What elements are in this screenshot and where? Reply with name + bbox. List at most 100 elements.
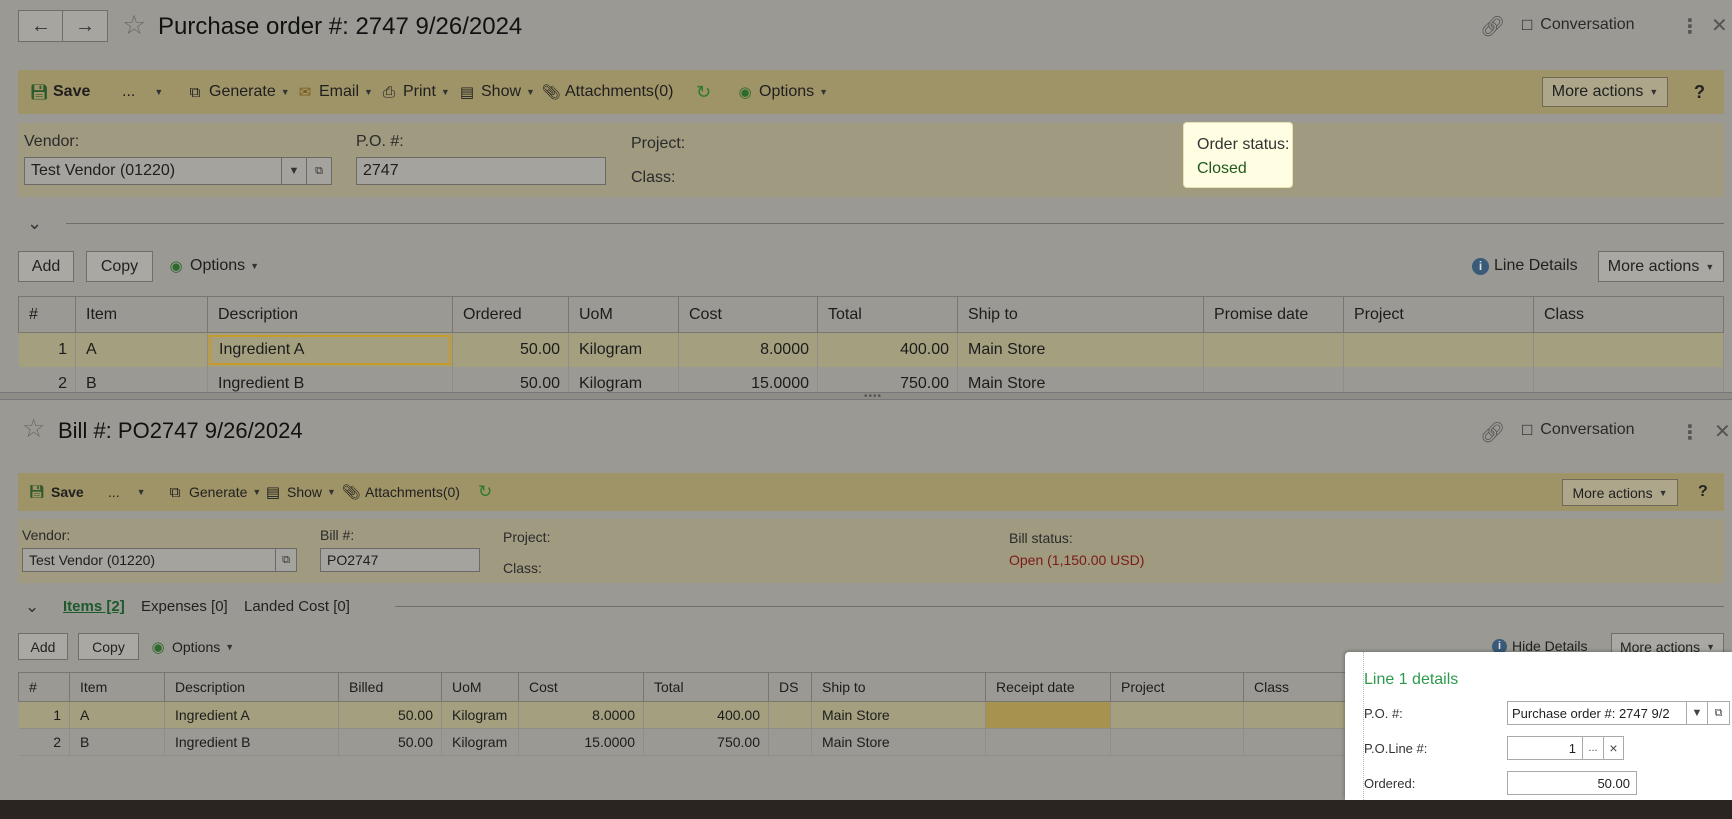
column-header[interactable]: Project: [1343, 296, 1534, 333]
details-po-open-button[interactable]: ⧉: [1707, 701, 1730, 725]
copy-row-button[interactable]: Copy: [78, 633, 139, 660]
forward-button[interactable]: →: [62, 10, 108, 42]
cell-cost[interactable]: 8.0000: [678, 332, 818, 367]
column-header[interactable]: #: [18, 672, 70, 702]
more-actions-button[interactable]: More actions ▼: [1562, 479, 1678, 506]
vendor-open-button[interactable]: ⧉: [275, 548, 297, 572]
cell-class[interactable]: [1533, 332, 1724, 367]
cell-item[interactable]: A: [69, 701, 165, 729]
column-header[interactable]: DS: [768, 672, 812, 702]
show-menu[interactable]: ▤ Show ▼: [458, 83, 535, 101]
cell-total[interactable]: 400.00: [817, 332, 958, 367]
tab-landed-cost[interactable]: Landed Cost [0]: [244, 598, 350, 615]
kebab-menu-icon[interactable]: ⋮: [1680, 420, 1700, 445]
cell-uom[interactable]: Kilogram: [568, 366, 679, 392]
cell-item[interactable]: B: [75, 366, 208, 392]
column-header[interactable]: Class: [1533, 296, 1724, 333]
link-icon[interactable]: 🔗︎: [1480, 14, 1505, 39]
cell-description-active[interactable]: Ingredient A: [207, 332, 453, 367]
cell-project[interactable]: [1110, 728, 1244, 756]
cell-item[interactable]: B: [69, 728, 165, 756]
tab-expenses[interactable]: Expenses [0]: [141, 598, 228, 615]
cell-line-number[interactable]: 2: [18, 728, 70, 756]
bill-number-field[interactable]: PO2747: [320, 548, 480, 572]
vendor-field[interactable]: Test Vendor (01220): [22, 548, 276, 572]
cell-total[interactable]: 400.00: [643, 701, 769, 729]
cell-description[interactable]: Ingredient A: [164, 701, 339, 729]
cell-project[interactable]: [1343, 366, 1534, 392]
column-header[interactable]: Ship to: [811, 672, 986, 702]
column-header[interactable]: Cost: [678, 296, 818, 333]
column-header[interactable]: Description: [207, 296, 453, 333]
attachments-button[interactable]: 📎︎ Attachments(0): [341, 483, 459, 501]
collapse-chevron-icon[interactable]: ⌄: [27, 213, 42, 234]
cell-uom[interactable]: Kilogram: [441, 701, 519, 729]
column-header[interactable]: Promise date: [1203, 296, 1344, 333]
favorite-star-icon[interactable]: ☆: [122, 12, 146, 39]
cell-line-number[interactable]: 1: [18, 701, 70, 729]
cell-total[interactable]: 750.00: [817, 366, 958, 392]
po-number-field[interactable]: 2747: [356, 157, 606, 185]
add-row-button[interactable]: Add: [18, 251, 74, 282]
column-header[interactable]: Ordered: [452, 296, 569, 333]
cell-billed[interactable]: 50.00: [338, 701, 442, 729]
cell-class[interactable]: [1533, 366, 1724, 392]
cell-total[interactable]: 750.00: [643, 728, 769, 756]
line-details-button[interactable]: i Line Details: [1472, 257, 1578, 275]
link-icon[interactable]: 🔗︎: [1480, 420, 1505, 445]
details-po-field[interactable]: Purchase order #: 2747 9/2: [1507, 701, 1687, 725]
cell-receipt-date[interactable]: [985, 701, 1111, 729]
column-header[interactable]: Total: [817, 296, 958, 333]
cell-uom[interactable]: Kilogram: [441, 728, 519, 756]
grid-more-actions-button[interactable]: More actions ▼: [1598, 251, 1724, 282]
column-header[interactable]: UoM: [568, 296, 679, 333]
more-save-options-button[interactable]: ... ▼: [122, 83, 163, 101]
column-header[interactable]: Cost: [518, 672, 644, 702]
kebab-menu-icon[interactable]: ⋮: [1680, 14, 1700, 39]
cell-promise-date[interactable]: [1203, 332, 1344, 367]
generate-menu[interactable]: ⧉ Generate ▼: [186, 83, 290, 101]
column-header[interactable]: Project: [1110, 672, 1244, 702]
cell-ship-to[interactable]: Main Store: [811, 701, 986, 729]
back-button[interactable]: ←: [18, 10, 64, 42]
print-menu[interactable]: ⎙ Print ▼: [380, 83, 450, 101]
cell-description[interactable]: Ingredient B: [207, 366, 453, 392]
help-button[interactable]: ?: [1694, 82, 1705, 103]
conversation-button[interactable]: □ Conversation: [1522, 420, 1635, 440]
column-header[interactable]: Billed: [338, 672, 442, 702]
vendor-field[interactable]: Test Vendor (01220): [24, 157, 282, 185]
help-button[interactable]: ?: [1698, 483, 1708, 501]
more-actions-button[interactable]: More actions ▼: [1542, 77, 1668, 107]
cell-project[interactable]: [1343, 332, 1534, 367]
close-icon[interactable]: ✕: [1714, 419, 1731, 444]
save-button[interactable]: 💾︎ Save: [29, 83, 90, 101]
cell-cost[interactable]: 8.0000: [518, 701, 644, 729]
grid-options-menu[interactable]: ◉ Options ▼: [149, 638, 234, 656]
cell-description[interactable]: Ingredient B: [164, 728, 339, 756]
table-row[interactable]: 1 A Ingredient A 50.00 Kilogram 8.0000 4…: [18, 332, 1724, 367]
details-po-line-lookup-button[interactable]: ...: [1582, 736, 1604, 760]
cell-cost[interactable]: 15.0000: [518, 728, 644, 756]
refresh-icon[interactable]: ↻: [696, 82, 711, 103]
cell-uom[interactable]: Kilogram: [568, 332, 679, 367]
details-po-line-clear-button[interactable]: ×: [1603, 736, 1624, 760]
pane-splitter[interactable]: ••••: [0, 392, 1732, 402]
more-save-options-button[interactable]: ... ▼: [108, 484, 146, 500]
close-icon[interactable]: ✕: [1711, 13, 1728, 38]
collapse-chevron-icon[interactable]: ⌄: [25, 597, 39, 617]
cell-line-number[interactable]: 1: [18, 332, 76, 367]
generate-menu[interactable]: ⧉ Generate ▼: [166, 483, 262, 501]
attachments-button[interactable]: 📎︎ Attachments(0): [541, 83, 673, 101]
details-ordered-field[interactable]: 50.00: [1507, 771, 1637, 795]
tab-items[interactable]: Items [2]: [63, 598, 125, 615]
favorite-star-icon[interactable]: ☆: [22, 415, 45, 441]
column-header[interactable]: Receipt date: [985, 672, 1111, 702]
cell-cost[interactable]: 15.0000: [678, 366, 818, 392]
vendor-open-button[interactable]: ⧉: [306, 157, 332, 185]
details-po-dropdown-button[interactable]: ▼: [1686, 701, 1708, 725]
refresh-icon[interactable]: ↻: [478, 482, 492, 502]
cell-ds[interactable]: [768, 701, 812, 729]
column-header[interactable]: Description: [164, 672, 339, 702]
vendor-dropdown-button[interactable]: ▼: [281, 157, 307, 185]
details-po-line-field[interactable]: 1: [1507, 736, 1583, 760]
